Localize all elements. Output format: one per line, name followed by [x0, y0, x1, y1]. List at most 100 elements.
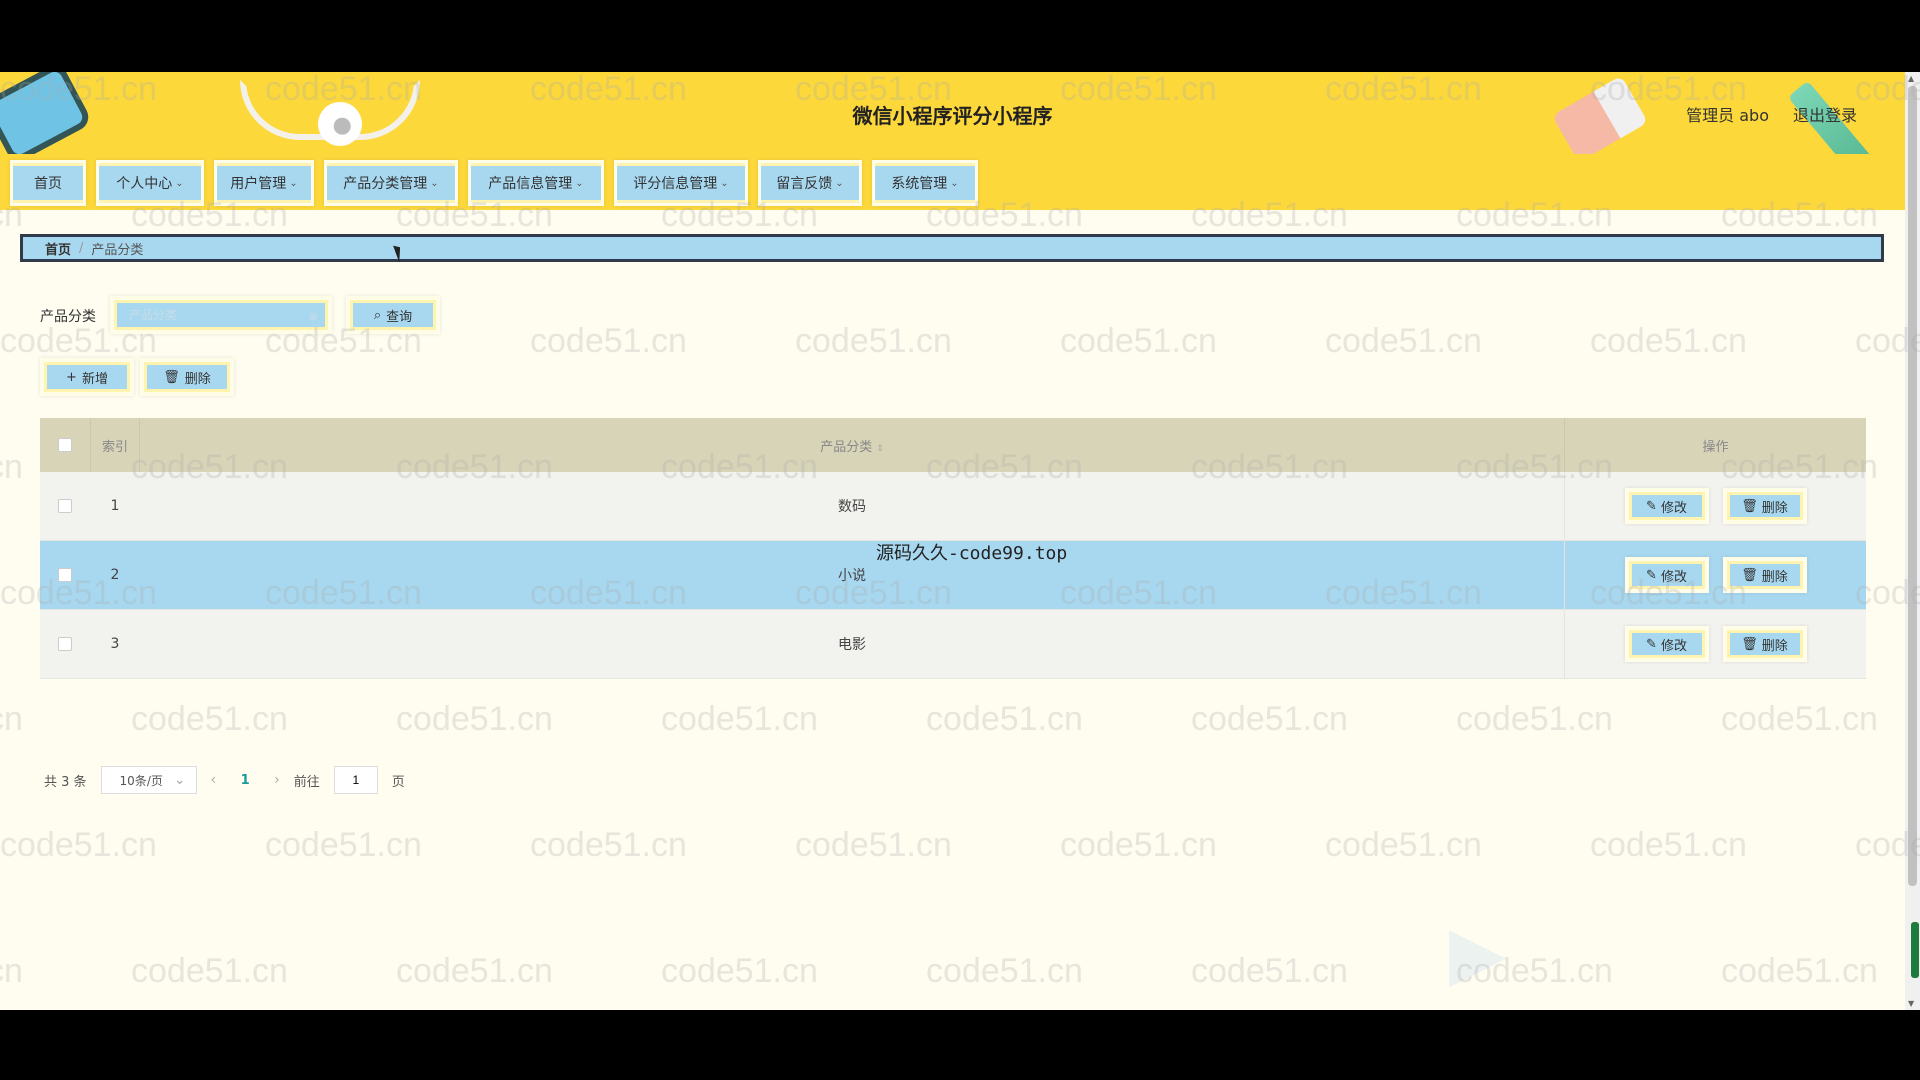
- watermark-text: code51.cn: [530, 322, 687, 360]
- delete-button[interactable]: 🗑 删除: [1722, 557, 1807, 593]
- pagination: 共 3 条 10条/页 ⌄ ‹ 1 › 前往 页: [44, 766, 405, 794]
- watermark-text: code51.cn: [926, 700, 1083, 738]
- clear-icon[interactable]: ⊗: [309, 310, 318, 323]
- sort-icon[interactable]: ⇕: [876, 444, 884, 454]
- watermark-text: code51.cn: [131, 952, 288, 990]
- watermark-text: code51.cn: [661, 952, 818, 990]
- edit-label: 修改: [1660, 638, 1687, 654]
- scroll-down-icon[interactable]: ▼: [1908, 999, 1914, 1008]
- app-frame: 微信小程序评分小程序 管理员 abo 退出登录 首页 个人中心 ⌄ 用户管理 ⌄ 产品分类…: [0, 72, 1920, 1010]
- select-all-checkbox[interactable]: [58, 438, 72, 452]
- page-number[interactable]: 1: [230, 773, 260, 788]
- user-area: 管理员 abo 退出登录: [1686, 102, 1857, 126]
- breadcrumb-current: 产品分类: [91, 242, 144, 258]
- row-index: 1: [110, 498, 120, 514]
- app-title: 微信小程序评分小程序: [852, 104, 1053, 128]
- edit-button[interactable]: ✎ 修改: [1624, 626, 1709, 662]
- breadcrumb: 首页 / 产品分类: [20, 234, 1884, 262]
- goto-page-input[interactable]: [333, 766, 378, 794]
- nav-item-label: 留言反馈: [776, 176, 833, 192]
- nav-item-7[interactable]: 系统管理 ⌄: [872, 160, 978, 206]
- nav-item-6[interactable]: 留言反馈 ⌄: [758, 160, 862, 206]
- page-size-value: 10条/页: [119, 773, 163, 788]
- delete-label: 删除: [1761, 569, 1788, 585]
- scroll-thumb[interactable]: [1908, 86, 1917, 886]
- nav-item-label: 首页: [34, 176, 62, 192]
- nav-item-5[interactable]: 评分信息管理 ⌄: [614, 160, 748, 206]
- trash-icon: 🗑: [1741, 567, 1758, 583]
- header: 微信小程序评分小程序 管理员 abo 退出登录: [0, 72, 1905, 154]
- watermark-text: code51.cn: [1191, 952, 1348, 990]
- watermark-text: code51.cn: [795, 826, 952, 864]
- chevron-down-icon: ⌄: [289, 177, 298, 189]
- edit-icon: ✎: [1646, 498, 1657, 514]
- watermark-text: code51.cn: [530, 826, 687, 864]
- trash-icon: 🗑: [1741, 498, 1758, 514]
- nav-item-1[interactable]: 个人中心 ⌄: [96, 160, 204, 206]
- edit-icon: ✎: [1646, 636, 1657, 652]
- nav-item-0[interactable]: 首页: [10, 160, 86, 206]
- watermark-text: code51.cn: [1456, 700, 1613, 738]
- watermark-text: code51.cn: [1721, 952, 1878, 990]
- scroll-up-icon[interactable]: ▲: [1908, 74, 1914, 83]
- plus-icon: +: [66, 369, 77, 385]
- watermark-text: code51.cn: [1721, 700, 1878, 738]
- add-button[interactable]: + 新增: [40, 358, 134, 396]
- watermark-text: code51.cn: [1325, 826, 1482, 864]
- watermark-text: code51.cn: [661, 700, 818, 738]
- nav-item-label: 系统管理: [891, 176, 948, 192]
- row-checkbox[interactable]: [58, 568, 72, 582]
- category-search-input[interactable]: [117, 303, 325, 327]
- watermark-text: code51.cn: [0, 952, 23, 990]
- logout-link[interactable]: 退出登录: [1793, 102, 1857, 126]
- header-index: 索引: [90, 418, 140, 472]
- nav-item-2[interactable]: 用户管理 ⌄: [214, 160, 314, 206]
- edit-label: 修改: [1660, 569, 1687, 585]
- watermark-text: code51.cn: [926, 952, 1083, 990]
- chevron-down-icon: ⌄: [835, 177, 844, 189]
- watermark-text: code51.cn: [396, 952, 553, 990]
- delete-label: 删除: [1761, 638, 1788, 654]
- bulk-delete-button[interactable]: 🗑 删除: [140, 358, 234, 396]
- breadcrumb-separator: /: [79, 240, 84, 256]
- watermark-text: code51.cn: [1590, 826, 1747, 864]
- breadcrumb-home[interactable]: 首页: [45, 239, 71, 258]
- watermark-text: code51.cn: [1060, 826, 1217, 864]
- table-row[interactable]: 3 电影 ✎ 修改 🗑 删除: [40, 610, 1866, 679]
- trash-icon: 🗑: [163, 369, 180, 385]
- chevron-down-icon: ⌄: [575, 177, 584, 189]
- search-label: 产品分类: [40, 309, 96, 325]
- row-checkbox[interactable]: [58, 499, 72, 513]
- nav-item-label: 评分信息管理: [633, 176, 718, 192]
- chevron-down-icon: ⌄: [720, 177, 729, 189]
- delete-button[interactable]: 🗑 删除: [1722, 626, 1807, 662]
- watermark-text: code51.cn: [1060, 322, 1217, 360]
- row-index: 3: [110, 636, 120, 652]
- query-button[interactable]: ⌕ 查询: [346, 296, 440, 334]
- edit-button[interactable]: ✎ 修改: [1624, 557, 1709, 593]
- prev-page-icon[interactable]: ‹: [211, 772, 217, 788]
- edit-icon: ✎: [1646, 567, 1657, 583]
- delete-label: 删除: [1761, 500, 1788, 516]
- header-ops: 操作: [1564, 418, 1866, 472]
- delete-button[interactable]: 🗑 删除: [1722, 488, 1807, 524]
- page-suffix: 页: [391, 774, 405, 790]
- vertical-scrollbar[interactable]: ▲ ▼: [1905, 72, 1920, 1010]
- watermark-text: code51.cn: [1325, 322, 1482, 360]
- row-checkbox[interactable]: [58, 637, 72, 651]
- scroll-indicator: [1911, 922, 1919, 978]
- table-row[interactable]: 1 数码 ✎ 修改 🗑 删除: [40, 472, 1866, 541]
- watermark-text: code51.cn: [795, 322, 952, 360]
- header-name[interactable]: 产品分类 ⇕: [140, 436, 1564, 455]
- nav-item-3[interactable]: 产品分类管理 ⌄: [324, 160, 458, 206]
- query-button-label: 查询: [386, 309, 413, 325]
- chevron-down-icon: ⌄: [173, 772, 186, 788]
- top-nav: 首页 个人中心 ⌄ 用户管理 ⌄ 产品分类管理 ⌄ 产品信息管理 ⌄ 评分信息管理 ⌄ 留言反馈 ⌄ 系统…: [0, 154, 1905, 210]
- next-page-icon[interactable]: ›: [274, 772, 280, 788]
- search-field: ⊗: [110, 296, 332, 334]
- nav-item-4[interactable]: 产品信息管理 ⌄: [468, 160, 604, 206]
- edit-button[interactable]: ✎ 修改: [1624, 488, 1709, 524]
- watermark-text: code51.cn: [396, 700, 553, 738]
- table-header: 索引 产品分类 ⇕ 操作: [40, 418, 1866, 472]
- page-size-select[interactable]: 10条/页 ⌄: [100, 766, 197, 794]
